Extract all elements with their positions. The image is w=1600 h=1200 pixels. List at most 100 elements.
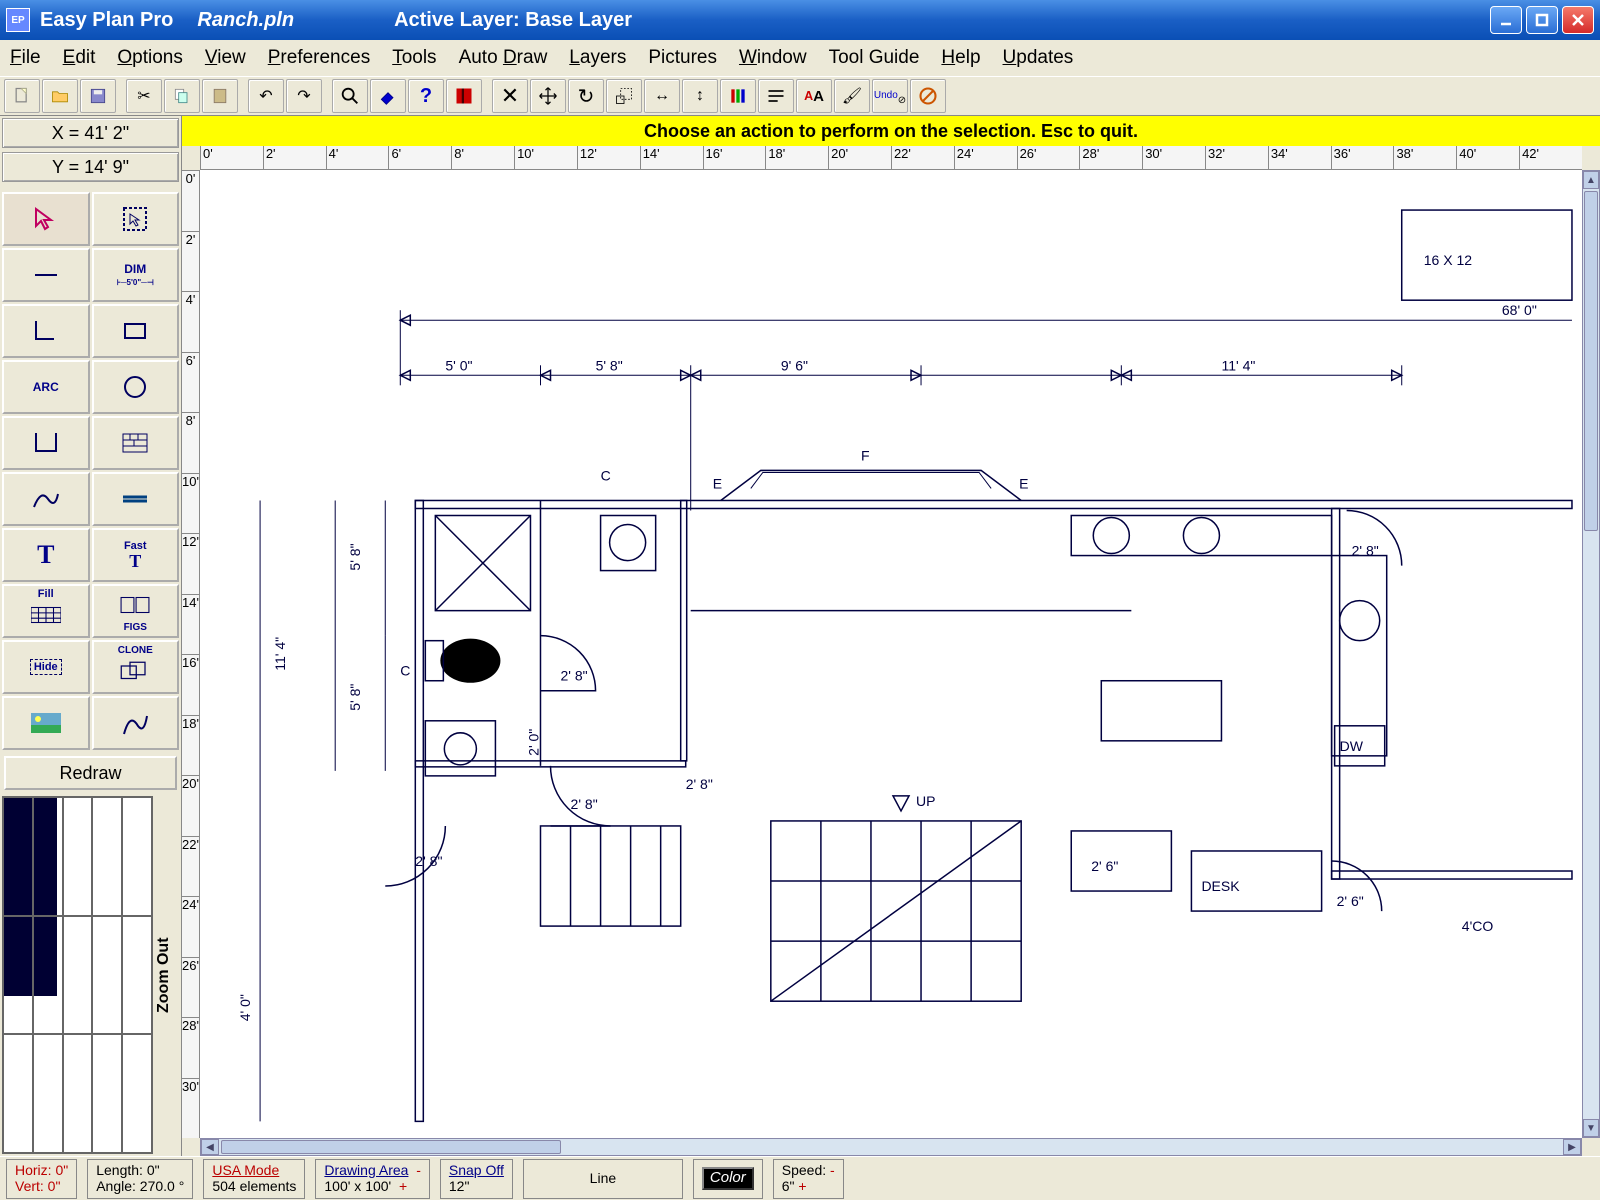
menu-layers[interactable]: Layers bbox=[569, 47, 626, 69]
ruler-horizontal: 0'2'4'6'8'10'12'14'16'18'20'22'24'26'28'… bbox=[200, 146, 1582, 170]
svg-text:5' 8": 5' 8" bbox=[347, 684, 363, 711]
menu-bar: File Edit Options View Preferences Tools Auto … bbox=[0, 40, 1600, 76]
status-bar: Horiz: 0" Vert: 0" Length: 0" Angle: 270… bbox=[0, 1156, 1600, 1200]
tool-hline[interactable] bbox=[92, 472, 180, 526]
zoom-icon[interactable] bbox=[332, 79, 368, 113]
active-layer-label: Active Layer: Base Layer bbox=[394, 9, 632, 32]
scroll-up-icon[interactable]: ▲ bbox=[1583, 171, 1599, 189]
canvas-area: Choose an action to perform on the selec… bbox=[182, 116, 1600, 1156]
svg-text:4'CO: 4'CO bbox=[1462, 918, 1494, 934]
copy-icon[interactable] bbox=[164, 79, 200, 113]
undo2-icon[interactable]: Undo⊘ bbox=[872, 79, 908, 113]
undo-icon[interactable]: ↶ bbox=[248, 79, 284, 113]
move-icon[interactable] bbox=[530, 79, 566, 113]
open-icon[interactable] bbox=[42, 79, 78, 113]
menu-edit[interactable]: Edit bbox=[63, 47, 96, 69]
snap-value: 12" bbox=[449, 1179, 504, 1194]
color-button[interactable]: Color bbox=[702, 1167, 754, 1190]
close-button[interactable] bbox=[1562, 6, 1594, 34]
paste-icon[interactable] bbox=[202, 79, 238, 113]
tool-curve[interactable] bbox=[2, 472, 90, 526]
menu-window[interactable]: Window bbox=[739, 47, 807, 69]
menu-tools[interactable]: Tools bbox=[392, 47, 436, 69]
flip-h-icon[interactable]: ↔ bbox=[644, 79, 680, 113]
zoom-overview[interactable] bbox=[2, 796, 153, 1154]
floorplan-svg: 16 X 12 68' 0" 5' 0" 5' 8" 9' 6" 11' 4" bbox=[200, 170, 1582, 1131]
tool-marquee[interactable] bbox=[92, 192, 180, 246]
svg-text:2' 8": 2' 8" bbox=[686, 776, 713, 792]
scroll-right-icon[interactable]: ▶ bbox=[1563, 1139, 1581, 1155]
save-icon[interactable] bbox=[80, 79, 116, 113]
stop-icon[interactable] bbox=[446, 79, 482, 113]
tool-rect[interactable] bbox=[92, 304, 180, 358]
rotate-icon[interactable]: ↻ bbox=[568, 79, 604, 113]
zoom-out-label[interactable]: Zoom Out bbox=[155, 796, 179, 1154]
tool-arc[interactable]: ARC bbox=[2, 360, 90, 414]
maximize-button[interactable] bbox=[1526, 6, 1558, 34]
delete-icon[interactable]: ✕ bbox=[492, 79, 528, 113]
menu-options[interactable]: Options bbox=[117, 47, 182, 69]
tool-palette: DIM⊦─5'0"─⊣ ARC TFastTFillFIGSHideCLONE bbox=[0, 190, 181, 752]
svg-text:DESK: DESK bbox=[1201, 878, 1240, 894]
tool-bricks[interactable] bbox=[92, 416, 180, 470]
help-icon[interactable]: ? bbox=[408, 79, 444, 113]
menu-help[interactable]: Help bbox=[941, 47, 980, 69]
scrollbar-vertical[interactable]: ▲ ▼ bbox=[1582, 170, 1600, 1138]
scroll-v-thumb[interactable] bbox=[1584, 191, 1598, 531]
menu-tool-guide[interactable]: Tool Guide bbox=[829, 47, 920, 69]
new-icon[interactable] bbox=[4, 79, 40, 113]
menu-pictures[interactable]: Pictures bbox=[648, 47, 717, 69]
svg-text:11' 4": 11' 4" bbox=[1221, 357, 1255, 373]
svg-text:2' 6": 2' 6" bbox=[1091, 858, 1118, 874]
tool-image[interactable] bbox=[2, 696, 90, 750]
usa-mode-link[interactable]: USA Mode bbox=[212, 1163, 296, 1178]
drawing-canvas[interactable]: 16 X 12 68' 0" 5' 0" 5' 8" 9' 6" 11' 4" bbox=[200, 170, 1582, 1138]
tool-dim[interactable]: DIM⊦─5'0"─⊣ bbox=[92, 248, 180, 302]
menu-view[interactable]: View bbox=[205, 47, 246, 69]
tool-fill[interactable]: Fill bbox=[2, 584, 90, 638]
menu-preferences[interactable]: Preferences bbox=[268, 47, 370, 69]
scroll-h-thumb[interactable] bbox=[221, 1140, 561, 1154]
text-aa-icon[interactable]: AA bbox=[796, 79, 832, 113]
svg-text:UP: UP bbox=[916, 793, 935, 809]
menu-auto-draw[interactable]: Auto Draw bbox=[459, 47, 548, 69]
tool-clone[interactable]: CLONE bbox=[92, 640, 180, 694]
scroll-down-icon[interactable]: ▼ bbox=[1583, 1119, 1599, 1137]
flip-v-icon[interactable]: ↕ bbox=[682, 79, 718, 113]
snap-link[interactable]: Snap Off bbox=[449, 1163, 504, 1178]
menu-file[interactable]: File bbox=[10, 47, 41, 69]
svg-text:2' 8": 2' 8" bbox=[415, 853, 442, 869]
redraw-button[interactable]: Redraw bbox=[4, 756, 177, 790]
svg-text:11' 4": 11' 4" bbox=[272, 637, 288, 671]
drawing-area-link[interactable]: Drawing Area bbox=[324, 1162, 408, 1178]
tool-ushape[interactable] bbox=[2, 416, 90, 470]
color-bars-icon[interactable] bbox=[720, 79, 756, 113]
minimize-button[interactable] bbox=[1490, 6, 1522, 34]
svg-text:9' 6": 9' 6" bbox=[781, 357, 808, 373]
tool-select[interactable] bbox=[2, 192, 90, 246]
scale-icon[interactable] bbox=[606, 79, 642, 113]
eraser-icon[interactable] bbox=[370, 79, 406, 113]
tool-poly[interactable] bbox=[92, 696, 180, 750]
tool-hide[interactable]: Hide bbox=[2, 640, 90, 694]
cut-icon[interactable]: ✂ bbox=[126, 79, 162, 113]
tool-fast-text[interactable]: FastT bbox=[92, 528, 180, 582]
x-coord-readout: X = 41' 2" bbox=[2, 118, 179, 148]
tool-figs[interactable]: FIGS bbox=[92, 584, 180, 638]
status-horiz: Horiz: 0" bbox=[15, 1163, 68, 1178]
brush-icon[interactable]: 🖌 bbox=[834, 79, 870, 113]
tool-text[interactable]: T bbox=[2, 528, 90, 582]
scrollbar-horizontal[interactable]: ◀ ▶ bbox=[200, 1138, 1582, 1156]
left-panel: X = 41' 2" Y = 14' 9" DIM⊦─5'0"─⊣ARCTFas… bbox=[0, 116, 182, 1156]
redo-icon[interactable]: ↷ bbox=[286, 79, 322, 113]
scroll-left-icon[interactable]: ◀ bbox=[201, 1139, 219, 1155]
svg-text:2' 6": 2' 6" bbox=[1337, 893, 1364, 909]
status-elements: 504 elements bbox=[212, 1179, 296, 1194]
tool-line[interactable] bbox=[2, 248, 90, 302]
align-icon[interactable] bbox=[758, 79, 794, 113]
tool-circle[interactable] bbox=[92, 360, 180, 414]
tool-lshape[interactable] bbox=[2, 304, 90, 358]
menu-updates[interactable]: Updates bbox=[1003, 47, 1074, 69]
no-icon[interactable] bbox=[910, 79, 946, 113]
svg-text:4' 0": 4' 0" bbox=[237, 994, 253, 1021]
